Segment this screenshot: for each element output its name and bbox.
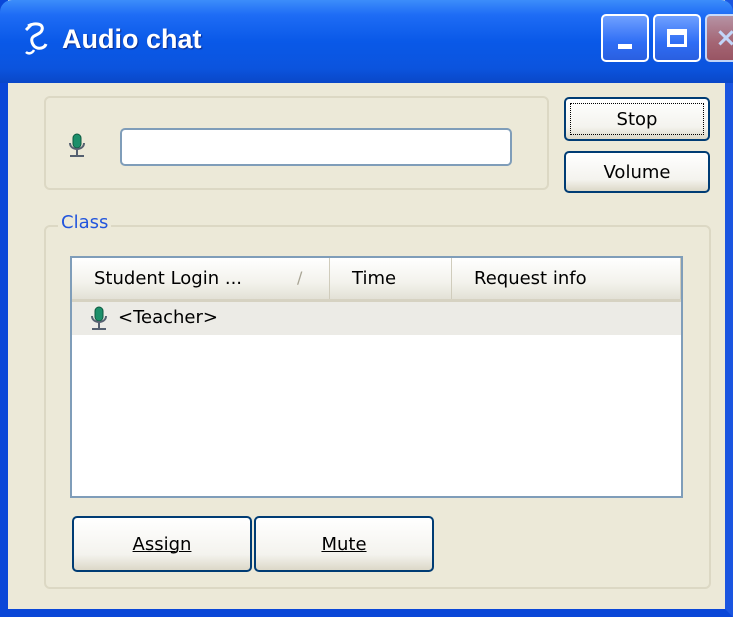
mute-button[interactable]: Mute bbox=[254, 516, 434, 572]
student-list[interactable]: Student Login ... / Time Request info <T… bbox=[70, 256, 683, 498]
microphone-icon bbox=[91, 306, 107, 330]
column-header-label: Time bbox=[352, 268, 397, 289]
maximize-icon bbox=[667, 29, 687, 47]
close-icon: × bbox=[715, 23, 733, 53]
table-row[interactable]: <Teacher> bbox=[72, 302, 681, 335]
stop-button[interactable]: Stop bbox=[564, 97, 710, 141]
title-bar[interactable]: Audio chat × bbox=[0, 0, 733, 83]
column-header-request-info[interactable]: Request info bbox=[452, 258, 681, 299]
column-header-student-login[interactable]: Student Login ... bbox=[72, 258, 330, 299]
column-header-label: Student Login ... bbox=[94, 268, 243, 289]
class-group-label: Class bbox=[58, 212, 112, 233]
maximize-button[interactable] bbox=[653, 14, 701, 62]
sort-indicator-icon: / bbox=[297, 268, 303, 287]
audio-level-field[interactable] bbox=[120, 128, 512, 166]
window-title: Audio chat bbox=[62, 24, 202, 54]
column-header-label: Request info bbox=[474, 268, 587, 289]
row-student-login: <Teacher> bbox=[118, 307, 218, 328]
volume-button[interactable]: Volume bbox=[564, 151, 710, 193]
assign-button[interactable]: Assign bbox=[72, 516, 252, 572]
minimize-icon bbox=[618, 43, 632, 49]
list-header: Student Login ... / Time Request info bbox=[72, 258, 681, 302]
column-header-time[interactable]: Time bbox=[330, 258, 452, 299]
audio-chat-app-icon bbox=[24, 22, 48, 55]
microphone-icon bbox=[69, 133, 85, 157]
close-button[interactable]: × bbox=[705, 14, 733, 62]
minimize-button[interactable] bbox=[601, 14, 649, 62]
